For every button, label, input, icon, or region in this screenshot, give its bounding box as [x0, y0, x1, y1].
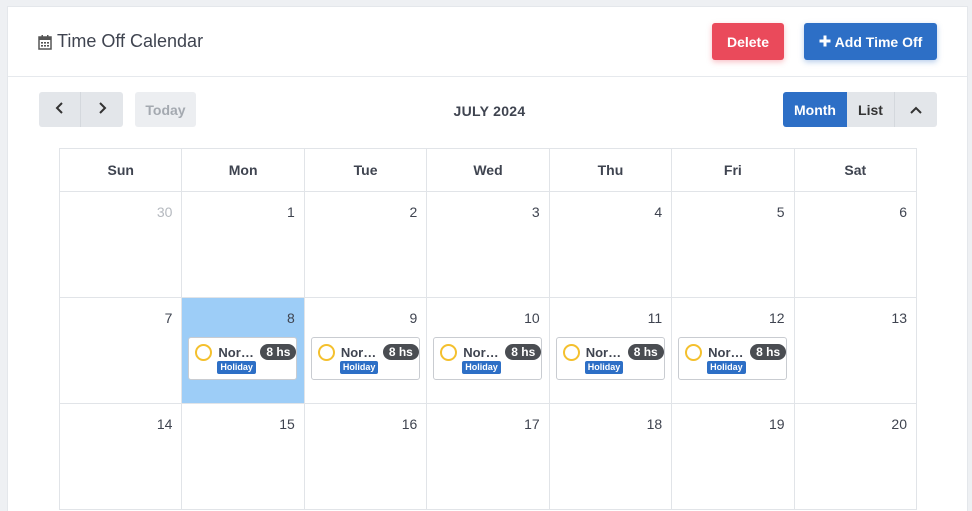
- page-title: Time Off Calendar: [38, 31, 203, 52]
- day-number[interactable]: 30: [157, 204, 173, 220]
- event-hours-badge: 8 hs: [627, 344, 664, 360]
- day-number[interactable]: 15: [279, 416, 295, 432]
- calendar-icon: [38, 34, 52, 50]
- day-number[interactable]: 4: [654, 204, 662, 220]
- weekday-header: Tue: [304, 149, 428, 192]
- day-cell[interactable]: 14: [60, 404, 183, 510]
- day-number[interactable]: 19: [769, 416, 785, 432]
- day-cell[interactable]: 5: [672, 192, 795, 298]
- day-number[interactable]: 9: [409, 310, 417, 326]
- page-title-text: Time Off Calendar: [57, 31, 204, 51]
- day-cell[interactable]: 10 Nora... 8 hs Holiday: [427, 298, 550, 404]
- event-type-badge: Holiday: [707, 361, 746, 374]
- day-cell[interactable]: 18: [549, 404, 673, 510]
- chevron-left-icon: [55, 101, 65, 118]
- day-cell[interactable]: 6: [794, 192, 917, 298]
- day-cell[interactable]: 30: [60, 192, 183, 298]
- day-number[interactable]: 3: [532, 204, 540, 220]
- day-cell[interactable]: 3: [427, 192, 550, 298]
- chevron-right-icon: [97, 101, 107, 118]
- day-cell[interactable]: 19: [672, 404, 795, 510]
- day-cell[interactable]: 7: [60, 298, 183, 404]
- day-number[interactable]: 16: [402, 416, 418, 432]
- time-off-event[interactable]: Nora... 8 hs Holiday: [433, 337, 543, 380]
- day-number[interactable]: 14: [157, 416, 173, 432]
- month-view-button[interactable]: Month: [783, 92, 847, 127]
- event-hours-badge: 8 hs: [260, 344, 297, 360]
- day-cell[interactable]: 2: [304, 192, 428, 298]
- status-ring-icon: [317, 344, 335, 361]
- add-time-off-label: Add Time Off: [834, 33, 923, 50]
- day-cell[interactable]: 4: [549, 192, 673, 298]
- day-number[interactable]: 2: [409, 204, 417, 220]
- weekday-header: Sun: [60, 149, 183, 192]
- weekday-header: Sat: [794, 149, 917, 192]
- event-type-badge: Holiday: [217, 361, 256, 374]
- event-employee-name: Nora...: [585, 345, 623, 360]
- event-employee-name: Nora...: [340, 345, 378, 360]
- day-number[interactable]: 13: [891, 310, 907, 326]
- status-ring-icon: [440, 344, 458, 361]
- weekday-header: Fri: [672, 149, 795, 192]
- time-off-event[interactable]: Nora... 8 hs Holiday: [310, 337, 420, 380]
- day-number[interactable]: 17: [524, 416, 540, 432]
- day-cell[interactable]: 12 Nora... 8 hs Holiday: [672, 298, 795, 404]
- day-number[interactable]: 7: [165, 310, 173, 326]
- prev-month-button[interactable]: [39, 92, 81, 127]
- day-number[interactable]: 11: [648, 310, 663, 326]
- next-month-button[interactable]: [81, 92, 123, 127]
- status-ring-icon: [685, 344, 703, 361]
- day-cell[interactable]: 15: [182, 404, 305, 510]
- day-cell[interactable]: 13: [794, 298, 917, 404]
- day-number[interactable]: 8: [287, 310, 295, 326]
- time-off-event[interactable]: Nora... 8 hs Holiday: [188, 337, 298, 380]
- calendar-grid: Sun Mon Tue Wed Thu Fri Sat 30 1 2 3 4 5 6 7 8 Nora... 8 …: [59, 148, 917, 510]
- day-cell-today[interactable]: 8 Nora... 8 hs Holiday: [182, 298, 305, 404]
- weekday-header: Thu: [549, 149, 673, 192]
- day-number[interactable]: 18: [647, 416, 663, 432]
- event-hours-badge: 8 hs: [382, 344, 419, 360]
- day-cell[interactable]: 17: [427, 404, 550, 510]
- day-number[interactable]: 5: [777, 204, 785, 220]
- chevron-up-icon: [909, 102, 923, 118]
- delete-button[interactable]: Delete: [712, 23, 784, 60]
- collapse-button[interactable]: [895, 92, 937, 127]
- time-off-card: Time Off Calendar Delete Add Time Off To…: [7, 6, 968, 511]
- day-number[interactable]: 6: [899, 204, 907, 220]
- event-hours-badge: 8 hs: [505, 344, 542, 360]
- event-type-badge: Holiday: [584, 361, 624, 374]
- day-number[interactable]: 12: [769, 310, 785, 326]
- day-cell[interactable]: 11 Nora... 8 hs Holiday: [549, 298, 673, 404]
- day-number[interactable]: 10: [524, 310, 540, 326]
- day-cell[interactable]: 20: [794, 404, 917, 510]
- weekday-header: Wed: [427, 149, 550, 192]
- day-number[interactable]: 1: [287, 204, 295, 220]
- current-month-label: JULY 2024: [453, 103, 526, 119]
- today-button[interactable]: Today: [135, 92, 196, 127]
- event-employee-name: Nora...: [708, 345, 746, 360]
- event-type-badge: Holiday: [339, 361, 379, 374]
- day-cell[interactable]: 1: [182, 192, 305, 298]
- list-view-button[interactable]: List: [847, 92, 895, 127]
- event-type-badge: Holiday: [462, 361, 501, 374]
- view-switcher: Month List: [783, 92, 937, 127]
- status-ring-icon: [195, 344, 213, 361]
- day-cell[interactable]: 16: [304, 404, 428, 510]
- event-employee-name: Nora...: [463, 345, 501, 360]
- time-off-event[interactable]: Nora... 8 hs Holiday: [555, 337, 665, 380]
- event-employee-name: Nora...: [218, 345, 256, 360]
- event-hours-badge: 8 hs: [750, 344, 787, 360]
- date-navigation: [39, 92, 123, 127]
- day-cell[interactable]: 9 Nora... 8 hs Holiday: [304, 298, 428, 404]
- weekday-header: Mon: [182, 149, 305, 192]
- add-time-off-button[interactable]: Add Time Off: [804, 23, 937, 60]
- plus-icon: [819, 34, 831, 50]
- time-off-event[interactable]: Nora... 8 hs Holiday: [678, 337, 788, 380]
- status-ring-icon: [562, 344, 580, 361]
- card-header: Time Off Calendar Delete Add Time Off: [8, 7, 967, 77]
- day-number[interactable]: 20: [891, 416, 907, 432]
